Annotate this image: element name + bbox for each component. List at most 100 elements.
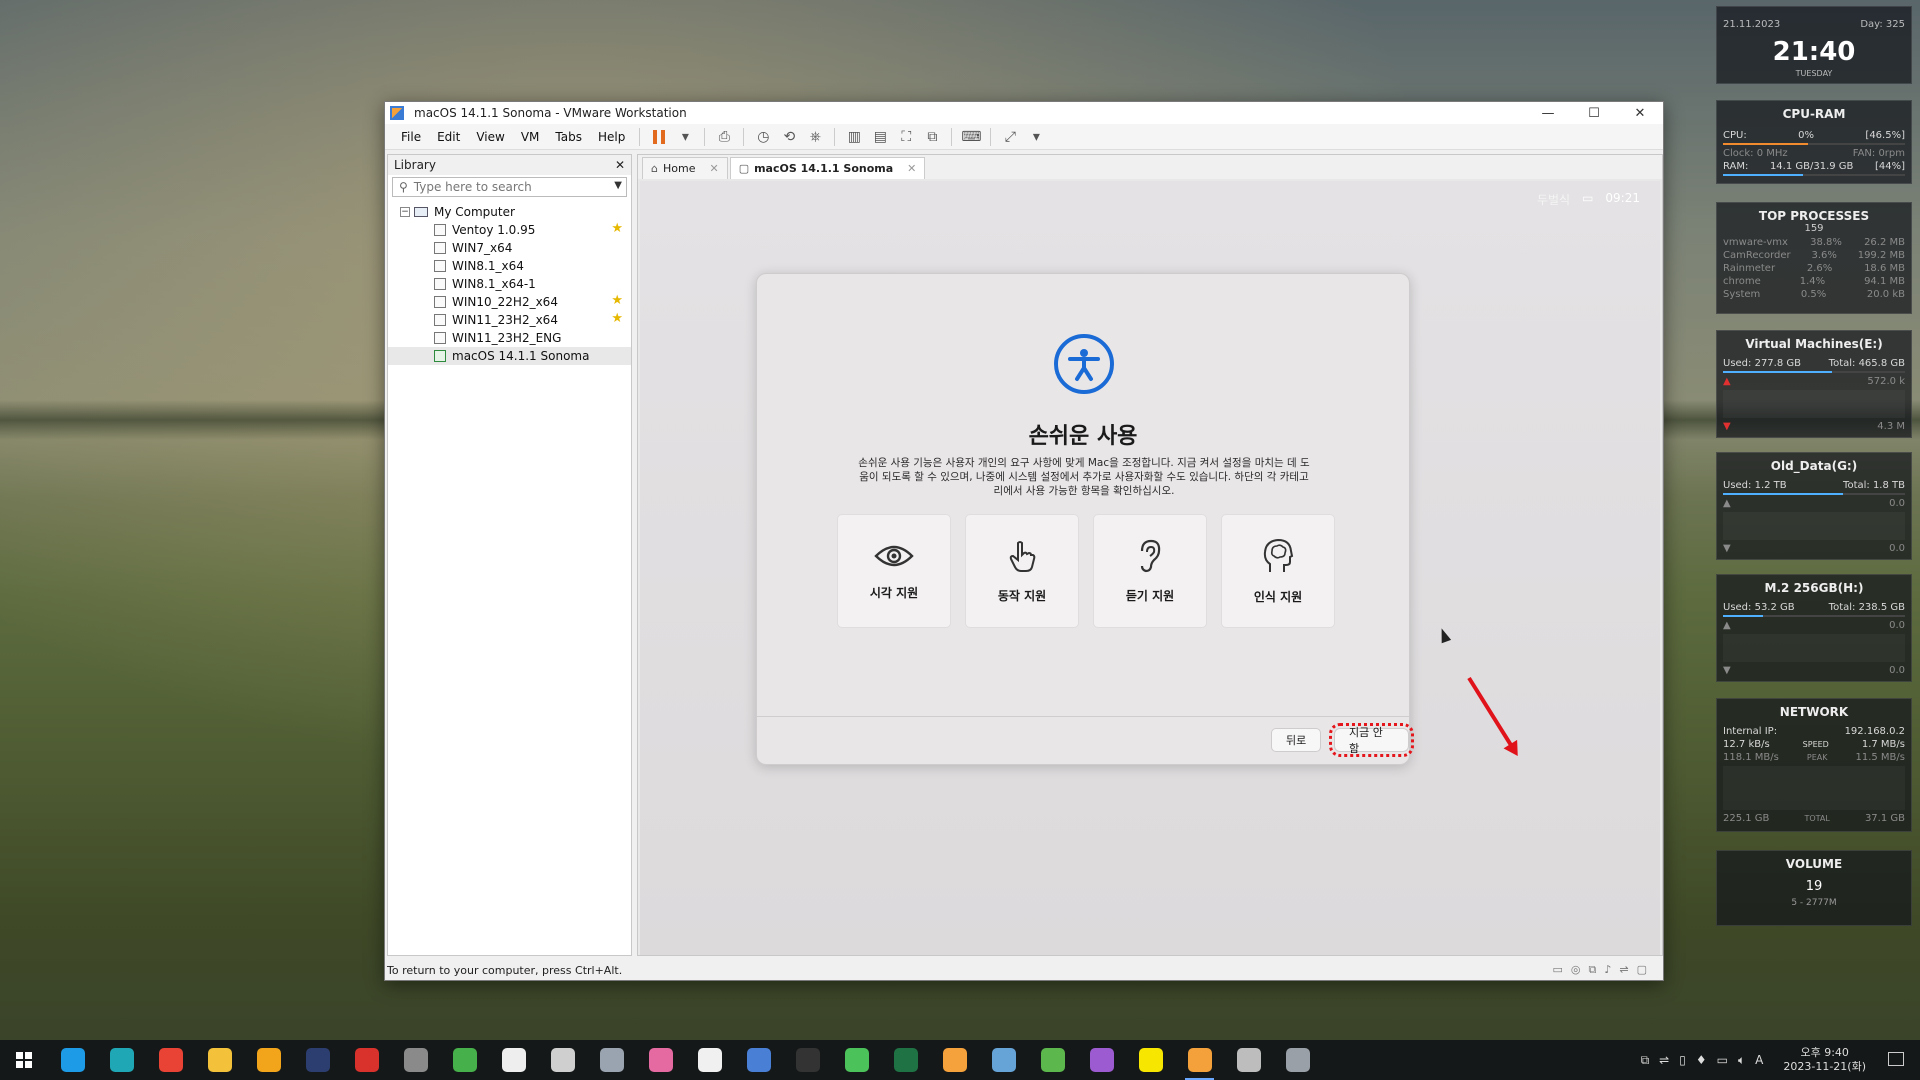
taskbar-app-button[interactable] xyxy=(1077,1040,1126,1080)
tray-speaker-icon[interactable]: 🔈︎ xyxy=(1738,1053,1745,1068)
taskbar-app-button[interactable] xyxy=(685,1040,734,1080)
menu-help[interactable]: Help xyxy=(590,130,633,144)
sound-icon[interactable]: ♪ xyxy=(1604,963,1611,977)
minimize-button[interactable]: — xyxy=(1525,102,1571,124)
taskbar-app-button[interactable] xyxy=(636,1040,685,1080)
taskbar-app-button[interactable] xyxy=(930,1040,979,1080)
taskbar-app-button[interactable] xyxy=(97,1040,146,1080)
menu-vm[interactable]: VM xyxy=(513,130,548,144)
tree-node-my-computer[interactable]: − My Computer xyxy=(388,203,631,221)
taskbar-app-button[interactable] xyxy=(881,1040,930,1080)
tray-battery-icon[interactable]: ▯ xyxy=(1679,1053,1686,1067)
taskbar-clock[interactable]: 오후 9:40 2023-11-21(화) xyxy=(1783,1046,1866,1074)
taskbar-app-button[interactable] xyxy=(293,1040,342,1080)
taskbar-app-button[interactable] xyxy=(832,1040,881,1080)
tab-home[interactable]: ⌂ Home ✕ xyxy=(642,157,728,179)
tray-network-icon[interactable]: ▭ xyxy=(1717,1053,1728,1067)
menu-edit[interactable]: Edit xyxy=(429,130,468,144)
tray-overflow-icon[interactable]: ⧉ xyxy=(1641,1053,1650,1068)
taskbar-app-button[interactable] xyxy=(783,1040,832,1080)
taskbar-app-button[interactable] xyxy=(734,1040,783,1080)
taskbar-app-button[interactable] xyxy=(342,1040,391,1080)
tab-macos-sonoma[interactable]: ▢ macOS 14.1.1 Sonoma ✕ xyxy=(729,157,926,179)
taskbar-app-button[interactable] xyxy=(1175,1040,1224,1080)
tab-close-icon[interactable]: ✕ xyxy=(709,162,718,175)
menu-view[interactable]: View xyxy=(468,130,512,144)
usb-icon[interactable]: ⇌ xyxy=(1619,963,1628,977)
toolbar-separator xyxy=(951,127,953,146)
taskbar-app-button[interactable] xyxy=(391,1040,440,1080)
cpu-row: CPU: 0% [46.5%] xyxy=(1717,129,1911,142)
taskbar-app-button[interactable] xyxy=(1028,1040,1077,1080)
snapshot-manager-icon[interactable]: ⎈ xyxy=(802,126,828,148)
show-library-icon[interactable]: ▥ xyxy=(841,126,867,148)
tree-item-vm[interactable]: WIN11_23H2_ENG xyxy=(388,329,631,347)
tree-item-vm[interactable]: WIN8.1_x64 xyxy=(388,257,631,275)
guest-screen[interactable]: 두벌식 ▭ 09:21 손쉬운 사용 손쉬운 사용 기능은 사용자 개인의 요구… xyxy=(640,181,1660,955)
red-annotation-arrow xyxy=(1467,676,1514,747)
menu-file[interactable]: File xyxy=(393,130,429,144)
process-row: vmware-vmx 38.8% 26.2 MB xyxy=(1717,236,1911,249)
taskbar-app-button[interactable] xyxy=(489,1040,538,1080)
card-cognitive[interactable]: 인식 지원 xyxy=(1221,514,1335,628)
notification-center-icon[interactable] xyxy=(1888,1052,1904,1066)
not-now-button[interactable]: 지금 안 함 xyxy=(1329,723,1414,757)
taskbar-app-button[interactable] xyxy=(195,1040,244,1080)
taskbar-app-button[interactable] xyxy=(1224,1040,1273,1080)
stretch-dropdown-icon[interactable]: ▾ xyxy=(1023,126,1049,148)
full-screen-icon[interactable]: ⛶ xyxy=(893,126,919,148)
process-mem: 26.2 MB xyxy=(1864,237,1905,248)
maximize-button[interactable]: ☐ xyxy=(1571,102,1617,124)
collapse-icon[interactable]: − xyxy=(400,207,410,217)
taskbar-app-button[interactable] xyxy=(1126,1040,1175,1080)
taskbar-app-button[interactable] xyxy=(48,1040,97,1080)
hdd-icon[interactable]: ▭ xyxy=(1552,963,1562,977)
library-close-icon[interactable]: ✕ xyxy=(615,158,625,172)
taskbar-app-button[interactable] xyxy=(979,1040,1028,1080)
tree-item-vm[interactable]: WIN8.1_x64-1 xyxy=(388,275,631,293)
start-button[interactable] xyxy=(0,1040,48,1080)
input-source[interactable]: 두벌식 xyxy=(1537,191,1570,208)
hand-pointer-icon xyxy=(1009,540,1036,572)
edge-icon xyxy=(109,1048,134,1072)
taskbar-app-button[interactable] xyxy=(440,1040,489,1080)
tree-item-vm[interactable]: Ventoy 1.0.95 ★ xyxy=(388,221,631,239)
tray-usb-icon[interactable]: ⇌ xyxy=(1659,1053,1669,1067)
revert-snapshot-icon[interactable]: ⟲ xyxy=(776,126,802,148)
card-vision[interactable]: 시각 지원 xyxy=(837,514,951,628)
console-view-icon[interactable]: ⌨ xyxy=(958,126,984,148)
ime-indicator[interactable]: A xyxy=(1755,1053,1763,1067)
taskbar-app-button[interactable] xyxy=(146,1040,195,1080)
taskbar-app-button[interactable] xyxy=(587,1040,636,1080)
tree-item-vm[interactable]: WIN11_23H2_x64 ★ xyxy=(388,311,631,329)
card-motor[interactable]: 동작 지원 xyxy=(965,514,1079,628)
taskbar-app-button[interactable] xyxy=(538,1040,587,1080)
pause-button[interactable] xyxy=(646,126,672,148)
stretch-guest-icon[interactable]: ⤢ xyxy=(997,126,1023,148)
network-adapter-icon[interactable]: ⧉ xyxy=(1588,963,1596,977)
library-search-input[interactable]: ⚲ Type here to search ▼ xyxy=(392,177,627,197)
taskbar-app-button[interactable] xyxy=(1273,1040,1322,1080)
thumbnail-bar-icon[interactable]: ▤ xyxy=(867,126,893,148)
volume-value[interactable]: 19 xyxy=(1717,879,1911,894)
search-dropdown-icon[interactable]: ▼ xyxy=(614,180,622,191)
tab-close-icon[interactable]: ✕ xyxy=(907,162,916,175)
back-button[interactable]: 뒤로 xyxy=(1271,728,1322,752)
window-titlebar[interactable]: macOS 14.1.1 Sonoma - VMware Workstation… xyxy=(385,102,1663,124)
tree-item-vm[interactable]: WIN10_22H2_x64 ★ xyxy=(388,293,631,311)
top-processes-widget: TOP PROCESSES 159 vmware-vmx 38.8% 26.2 MB… xyxy=(1716,202,1912,314)
unity-icon[interactable]: ⧉ xyxy=(919,126,945,148)
message-icon[interactable]: ▢ xyxy=(1637,963,1647,977)
send-ctrl-alt-del-icon[interactable]: ⎙ xyxy=(711,126,737,148)
snapshot-icon[interactable]: ◷ xyxy=(750,126,776,148)
close-button[interactable]: ✕ xyxy=(1617,102,1663,124)
cd-icon[interactable]: ◎ xyxy=(1571,963,1581,977)
tray-water-icon[interactable]: ♦ xyxy=(1696,1053,1707,1067)
menu-tabs[interactable]: Tabs xyxy=(547,130,590,144)
tree-item-vm-selected[interactable]: macOS 14.1.1 Sonoma xyxy=(388,347,631,365)
power-dropdown-icon[interactable]: ▾ xyxy=(672,126,698,148)
taskbar-app-button[interactable] xyxy=(244,1040,293,1080)
tree-item-vm[interactable]: WIN7_x64 xyxy=(388,239,631,257)
accessibility-icon xyxy=(1054,334,1114,394)
card-hearing[interactable]: 듣기 지원 xyxy=(1093,514,1207,628)
